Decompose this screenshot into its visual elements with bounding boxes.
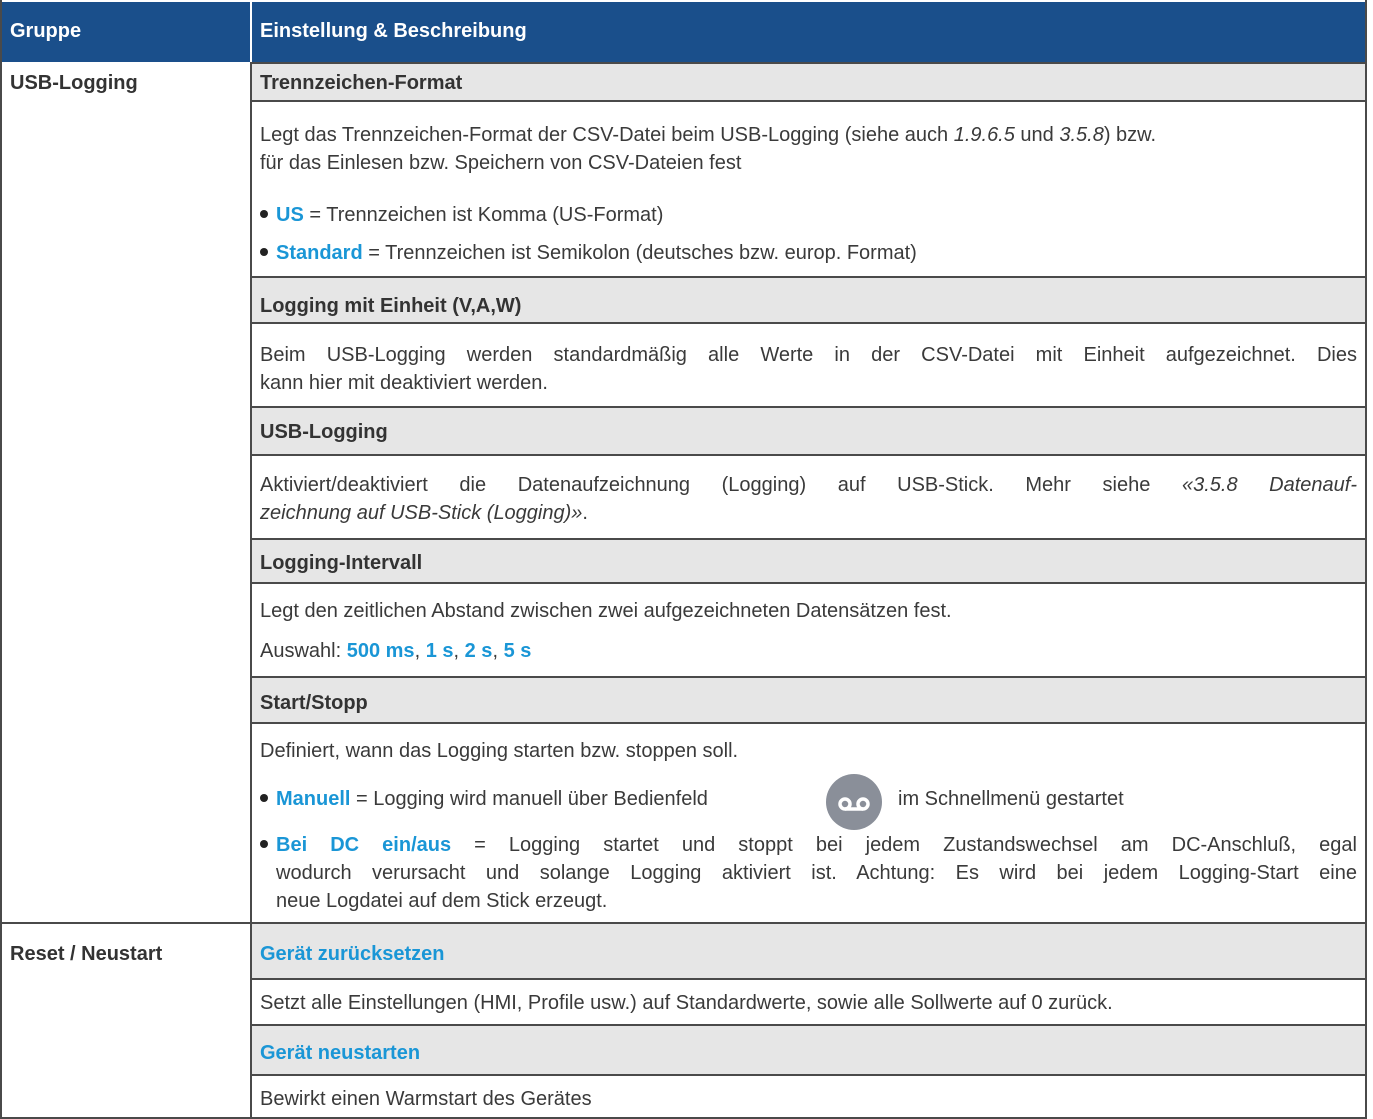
choice-option: 500 ms: [346, 640, 415, 662]
setting-title-text: Trennzeichen-Format: [260, 72, 463, 94]
setting-title-text: Start/Stopp: [260, 692, 368, 714]
option-text: im Schnellmenü gestartet: [898, 788, 1124, 810]
desc-line: Aktiviert/deaktiviert die Datenaufzeichn…: [260, 474, 1357, 497]
option-text: = Logging startet und stoppt bei jedem Z…: [451, 834, 1357, 856]
desc-text: Legt das Trennzeichen-Format der CSV-Dat…: [260, 124, 954, 146]
bullet-dot: [260, 209, 268, 218]
bullet-dot: [260, 839, 268, 848]
choice-sep: ,: [492, 640, 504, 662]
ref-link[interactable]: 3.5.8: [1059, 124, 1103, 146]
option-key: Standard: [276, 242, 363, 264]
setting-title-device-reset: Gerät zurücksetzen: [252, 922, 1365, 980]
setting-desc-device-reset: Setzt alle Einstellungen (HMI, Profile u…: [252, 978, 1365, 1026]
setting-title-text: Gerät zurücksetzen: [260, 943, 445, 965]
desc-text: und: [1014, 124, 1060, 146]
bullet-dot: [260, 793, 268, 802]
group-reset-restart: Reset / Neustart: [10, 943, 163, 965]
bullet-dot: [260, 247, 268, 256]
setting-desc-separator-format: Legt das Trennzeichen-Format der CSV-Dat…: [252, 100, 1365, 278]
setting-title-text: Gerät neustarten: [260, 1042, 421, 1064]
desc-text: ) bzw.: [1103, 124, 1157, 146]
bullet-item: Bei DC ein/aus = Logging startet und sto…: [260, 834, 1357, 857]
option-text: wodurch verursacht und solange Logging a…: [276, 862, 1357, 884]
desc-line: Legt den zeitlichen Abstand zwischen zwe…: [260, 600, 952, 622]
header-col-group: Gruppe: [10, 20, 82, 42]
setting-desc-start-stop: Definiert, wann das Logging starten bzw.…: [252, 722, 1365, 924]
choice-option: 5 s: [503, 640, 532, 662]
desc-text: .: [582, 502, 588, 524]
desc-line: Legt das Trennzeichen-Format der CSV-Dat…: [260, 124, 1156, 147]
setting-title-separator-format: Trennzeichen-Format: [252, 62, 1365, 102]
group-usb-logging: USB-Logging: [10, 72, 138, 94]
bullet-item: Manuell = Logging wird manuell über Bedi…: [260, 788, 708, 811]
setting-desc-logging-unit: Beim USB-Logging werden standardmäßig al…: [252, 322, 1365, 408]
setting-title-start-stop: Start/Stopp: [252, 676, 1365, 724]
option-text: = Trennzeichen ist Semikolon (deutsches …: [362, 242, 917, 264]
choices-line: Auswahl: 500 ms, 1 s, 2 s, 5 s: [260, 640, 531, 663]
desc-line: zeichnung auf USB-Stick (Logging)».: [260, 502, 588, 525]
ref-link[interactable]: «3.5.8 Datenauf-: [1182, 474, 1357, 496]
desc-line: Definiert, wann das Logging starten bzw.…: [260, 740, 739, 762]
desc-line: für das Einlesen bzw. Speichern von CSV-…: [260, 152, 742, 174]
group-divider: [2, 922, 252, 924]
voicemail-icon[interactable]: [826, 774, 882, 830]
option-text: neue Logdatei auf dem Stick erzeugt.: [276, 890, 608, 912]
setting-title-text: Logging-Intervall: [260, 552, 423, 574]
desc-line: Setzt alle Einstellungen (HMI, Profile u…: [260, 992, 1113, 1014]
choice-option: 2 s: [464, 640, 493, 662]
header-divider: [250, 2, 252, 62]
setting-desc-usb-logging: Aktiviert/deaktiviert die Datenaufzeichn…: [252, 454, 1365, 540]
desc-line: Beim USB-Logging werden standardmäßig al…: [260, 344, 1357, 366]
settings-table: Gruppe Einstellung & Beschreibung USB-Lo…: [0, 0, 1367, 1119]
option-key: Bei DC ein/aus: [276, 834, 452, 856]
option-text: = Trennzeichen ist Komma (US-Format): [303, 204, 664, 226]
bullet-item: Standard = Trennzeichen ist Semikolon (d…: [260, 242, 917, 265]
table-header: Gruppe Einstellung & Beschreibung: [2, 2, 1365, 62]
setting-title-logging-interval: Logging-Intervall: [252, 538, 1365, 584]
setting-desc-logging-interval: Legt den zeitlichen Abstand zwischen zwe…: [252, 582, 1365, 678]
desc-line: Bewirkt einen Warmstart des Gerätes: [260, 1088, 592, 1110]
choice-sep: ,: [414, 640, 426, 662]
option-key: Manuell: [276, 788, 351, 810]
bullet-item: US = Trennzeichen ist Komma (US-Format): [260, 204, 663, 227]
option-key: US: [276, 204, 304, 226]
desc-text: Aktiviert/deaktiviert die Datenaufzeichn…: [260, 474, 1182, 496]
option-text: = Logging wird manuell über Bedienfeld: [350, 788, 708, 810]
header-col-setting: Einstellung & Beschreibung: [260, 20, 527, 42]
choice-option: 1 s: [425, 640, 454, 662]
ref-link[interactable]: 1.9.6.5: [954, 124, 1015, 146]
choice-sep: ,: [453, 640, 465, 662]
ref-link[interactable]: zeichnung auf USB-Stick (Logging)»: [260, 502, 582, 524]
setting-desc-device-restart: Bewirkt einen Warmstart des Gerätes: [252, 1074, 1365, 1119]
choice-label: Auswahl:: [260, 640, 347, 662]
setting-title-text: USB-Logging: [260, 421, 388, 443]
setting-title-logging-unit: Logging mit Einheit (V,A,W): [252, 276, 1365, 324]
setting-title-usb-logging: USB-Logging: [252, 406, 1365, 456]
setting-title-text: Logging mit Einheit (V,A,W): [260, 295, 522, 317]
desc-line: kann hier mit deaktiviert werden.: [260, 372, 548, 394]
setting-title-device-restart: Gerät neustarten: [252, 1024, 1365, 1076]
